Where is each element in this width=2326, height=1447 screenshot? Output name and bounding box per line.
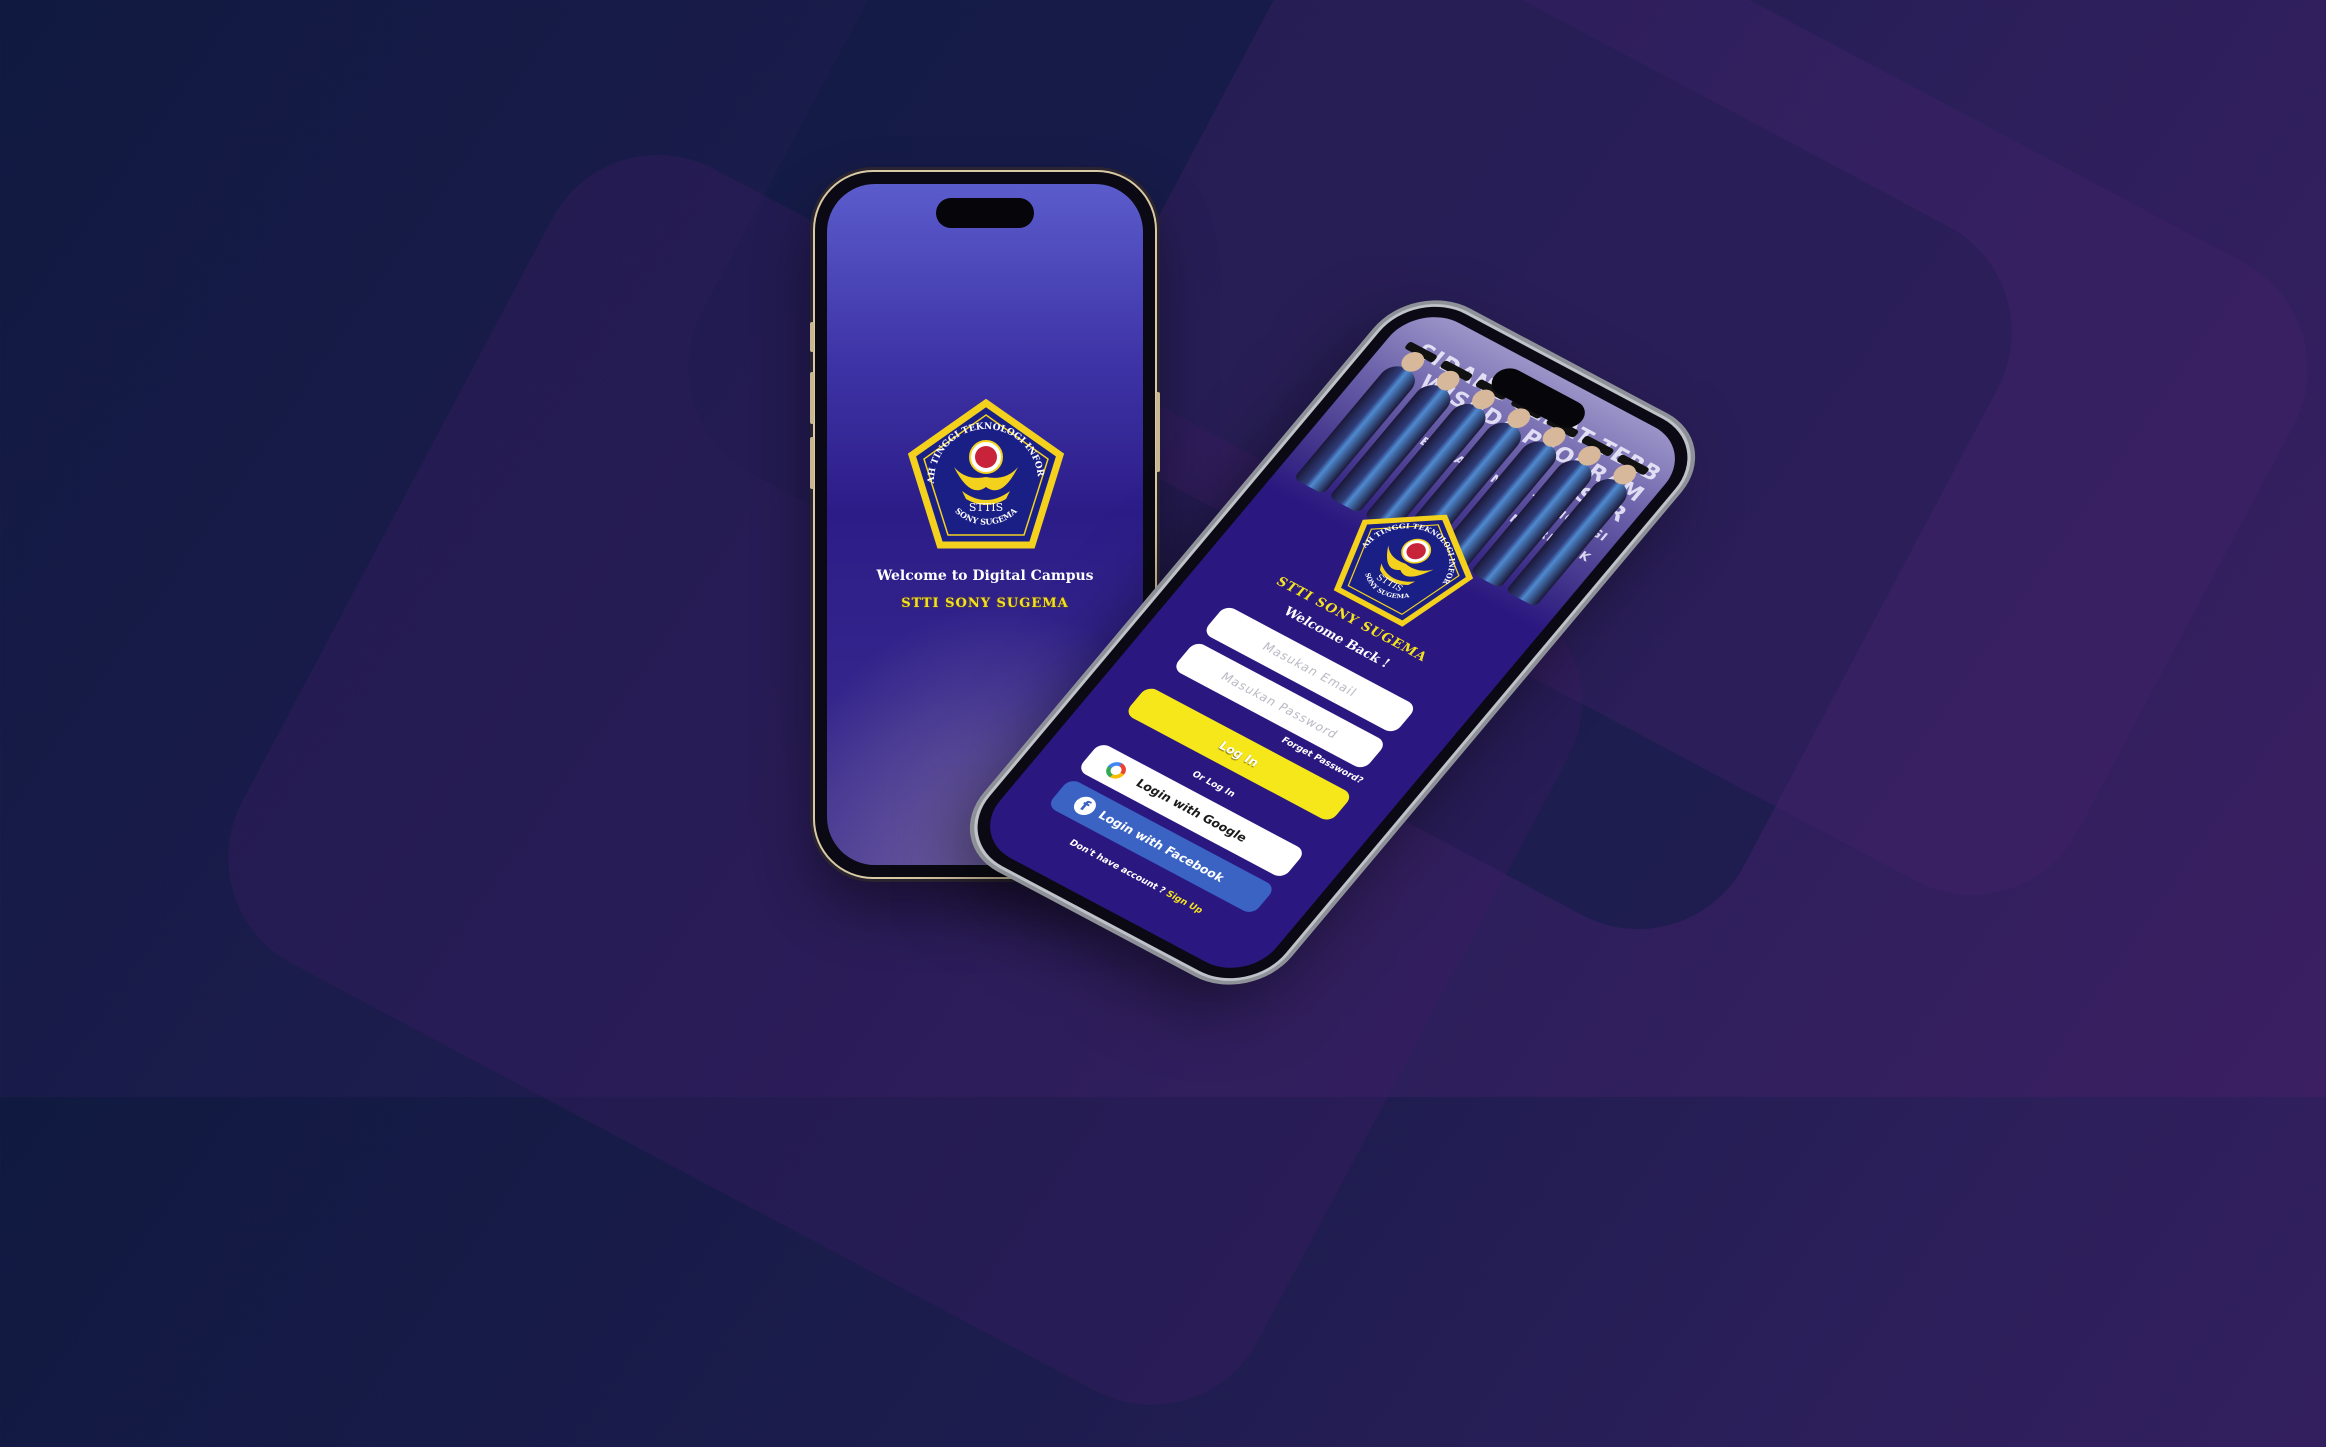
sign-up-link[interactable]: Sign Up (1163, 890, 1204, 916)
side-button (810, 322, 814, 352)
login-button-label: Log In (1215, 738, 1262, 770)
side-button (810, 372, 814, 424)
stti-emblem-logo: SEKOLAH TINGGI TEKNOLOGI INFORMATIKA STT… (906, 399, 1065, 549)
splash-brand-text: STTI SONY SUGEMA (901, 596, 1069, 611)
svg-text:STTIS: STTIS (969, 501, 1003, 514)
splash-welcome-text: Welcome to Digital Campus (876, 568, 1094, 584)
side-button (1156, 392, 1160, 472)
facebook-icon: f (1069, 793, 1101, 819)
google-icon (1102, 759, 1130, 782)
dynamic-island (936, 198, 1034, 228)
side-button (810, 437, 814, 489)
